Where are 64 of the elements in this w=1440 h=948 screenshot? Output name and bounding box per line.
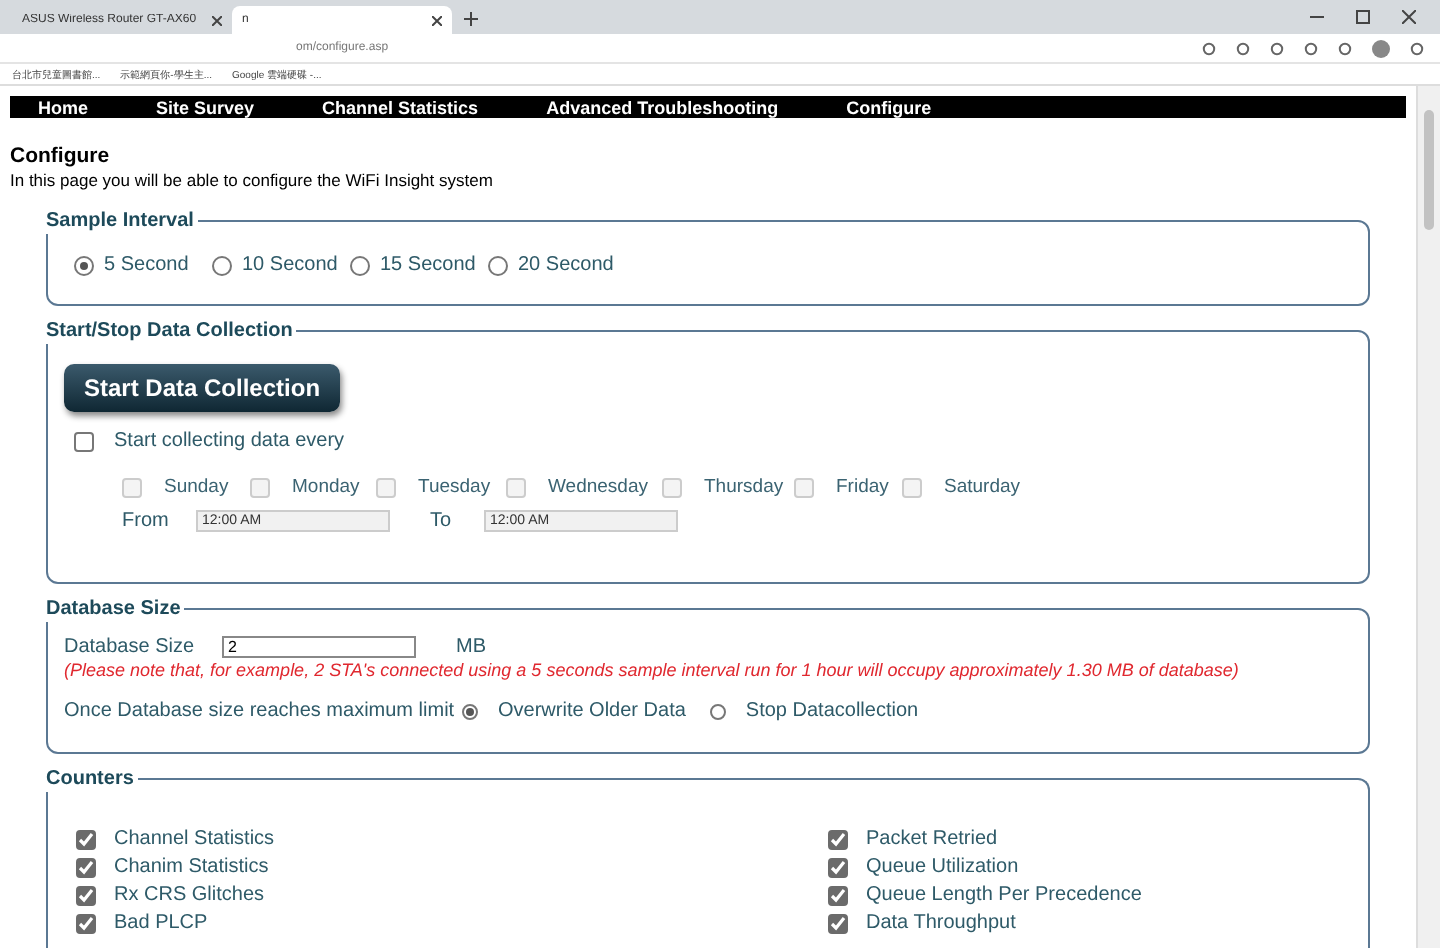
day-label: Wednesday (548, 476, 648, 498)
minimize-icon[interactable] (1310, 10, 1324, 24)
checkbox[interactable] (76, 829, 96, 849)
panel-legend: Start/Stop Data Collection (46, 318, 297, 344)
day-label: Sunday (164, 476, 229, 498)
to-label: To (430, 510, 454, 532)
checkbox[interactable] (828, 885, 848, 905)
field-label: Database Size (64, 636, 197, 658)
option-label: Stop Datacollection (745, 700, 919, 722)
counter-label: Queue Length Per Precedence (866, 884, 1142, 906)
checkbox[interactable] (76, 885, 96, 905)
option-label: Overwrite Older Data (498, 700, 686, 722)
option-label: 20 Second (518, 254, 614, 276)
checkbox[interactable] (828, 913, 848, 933)
day-label: Thursday (704, 476, 784, 498)
new-tab-icon[interactable] (464, 12, 478, 26)
from-label: From (122, 510, 171, 532)
radio-button[interactable] (350, 255, 370, 275)
checkbox[interactable] (828, 829, 848, 849)
checkbox[interactable] (76, 913, 96, 933)
nav-link[interactable]: Advanced Troubleshooting (546, 97, 779, 117)
checkbox[interactable] (828, 857, 848, 877)
radio-button[interactable] (212, 255, 232, 275)
radio-button[interactable] (488, 255, 508, 275)
day-label: Friday (836, 476, 889, 498)
close-icon[interactable] (432, 15, 442, 25)
counter-label: Chanim Statistics (114, 856, 269, 878)
counter-label: Channel Statistics (114, 828, 275, 850)
close-icon[interactable] (1402, 10, 1416, 24)
day-label: Monday (292, 476, 360, 498)
nav-link[interactable]: Site Survey (156, 97, 255, 117)
counter-label: Bad PLCP (114, 912, 208, 934)
counter-label: Rx CRS Glitches (114, 884, 265, 906)
start-collection-button[interactable]: Start Data Collection (64, 364, 341, 412)
counter-label: Data Throughput (866, 912, 1016, 934)
unit-label: MB (456, 636, 486, 658)
nav-link[interactable]: Configure (846, 97, 932, 117)
scrollbar[interactable] (1416, 86, 1440, 948)
database-note: (Please note that, for example, 2 STA's connected using a 5 seconds sample interval run for 1 hour will occupy approximately 1.30 MB of database) (64, 660, 1241, 680)
profile-icon[interactable] (1372, 39, 1390, 57)
panel-legend: Database Size (46, 596, 185, 622)
page-title: Configure (10, 144, 112, 168)
panel-legend: Sample Interval (46, 208, 198, 234)
close-icon[interactable] (212, 15, 222, 25)
option-label: 10 Second (242, 254, 338, 276)
radio-button[interactable] (709, 703, 726, 719)
counter-label: Packet Retried (866, 828, 998, 850)
option-label: 15 Second (380, 254, 476, 276)
counter-label: Queue Utilization (866, 856, 1019, 878)
page-description: In this page you will be able to configure the WiFi Insight system (10, 170, 495, 190)
radio-button[interactable] (462, 703, 478, 719)
checkbox[interactable] (76, 857, 96, 877)
field-label: Once Database size reaches maximum limit (64, 700, 457, 722)
day-label: Saturday (944, 476, 1021, 498)
maximize-icon[interactable] (1356, 10, 1370, 24)
database-size-field[interactable]: 2 (222, 636, 416, 658)
nav-link[interactable]: Channel Statistics (322, 97, 479, 117)
checkbox[interactable] (74, 431, 94, 451)
checkbox-label: Start collecting data every (114, 430, 345, 452)
option-label: 5 Second (104, 254, 189, 276)
panel-legend: Counters (46, 766, 138, 792)
nav-link[interactable]: Home (38, 97, 89, 117)
radio-button[interactable] (74, 255, 94, 275)
day-label: Tuesday (418, 476, 491, 498)
